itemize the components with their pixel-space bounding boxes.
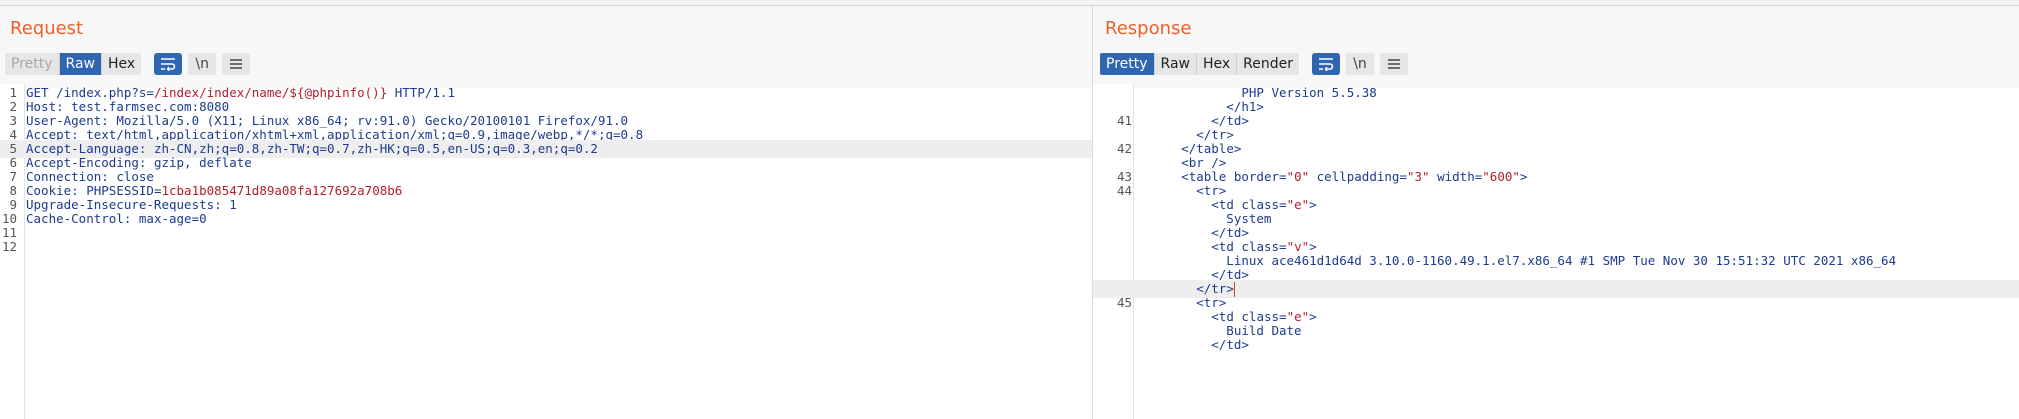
response-editor[interactable]: PHP Version 5.5.38 </h1> 41 </td> </tr> 42… (1093, 84, 2019, 419)
token-name: td (1226, 337, 1242, 352)
token-text: > (1241, 337, 1249, 352)
request-newline-button[interactable]: \n (188, 53, 217, 75)
request-title: Request (10, 18, 84, 39)
response-wrap-lines-button[interactable] (1312, 53, 1341, 75)
newline-icon: \n (195, 56, 209, 72)
request-toolbar: Pretty Raw Hex \n (5, 53, 251, 75)
request-tab-hex[interactable]: Hex (101, 53, 142, 75)
token-text: </ (1136, 337, 1227, 352)
response-tab-raw[interactable]: Raw (1154, 53, 1197, 75)
hamburger-menu-icon (230, 59, 243, 69)
response-tab-pretty[interactable]: Pretty (1100, 53, 1155, 75)
response-title: Response (1105, 18, 1192, 39)
request-pane: Request Pretty Raw Hex \n 1 GET /index.p… (0, 6, 1092, 419)
wrap-lines-icon (161, 58, 176, 71)
response-code-line[interactable]: </td> (1093, 336, 2019, 354)
response-menu-button[interactable] (1380, 53, 1409, 75)
response-pane: Response Pretty Raw Hex Render \n PHP Ve… (1093, 6, 2019, 419)
response-tab-render[interactable]: Render (1237, 53, 1300, 75)
response-tab-hex[interactable]: Hex (1196, 53, 1238, 75)
response-header: Response Pretty Raw Hex Render \n (1093, 6, 2019, 88)
request-tab-raw[interactable]: Raw (59, 53, 102, 75)
line-number: 12 (1, 239, 17, 254)
line-text: </td> (1136, 336, 1249, 354)
response-toolbar: Pretty Raw Hex Render \n (1100, 53, 1409, 75)
wrap-lines-icon (1319, 58, 1334, 71)
request-view-tabs: Pretty Raw Hex (5, 53, 142, 75)
request-tab-pretty[interactable]: Pretty (5, 53, 60, 75)
request-menu-button[interactable] (222, 53, 251, 75)
request-wrap-lines-button[interactable] (154, 53, 183, 75)
response-newline-button[interactable]: \n (1346, 53, 1375, 75)
hamburger-menu-icon (1388, 59, 1401, 69)
response-view-tabs: Pretty Raw Hex Render (1100, 53, 1300, 75)
request-editor[interactable]: 1 GET /index.php?s=/index/index/name/${@p… (0, 84, 1092, 419)
request-header: Request Pretty Raw Hex \n (0, 6, 1092, 88)
request-code-line[interactable]: 12 (0, 238, 1092, 256)
newline-icon: \n (1353, 56, 1367, 72)
